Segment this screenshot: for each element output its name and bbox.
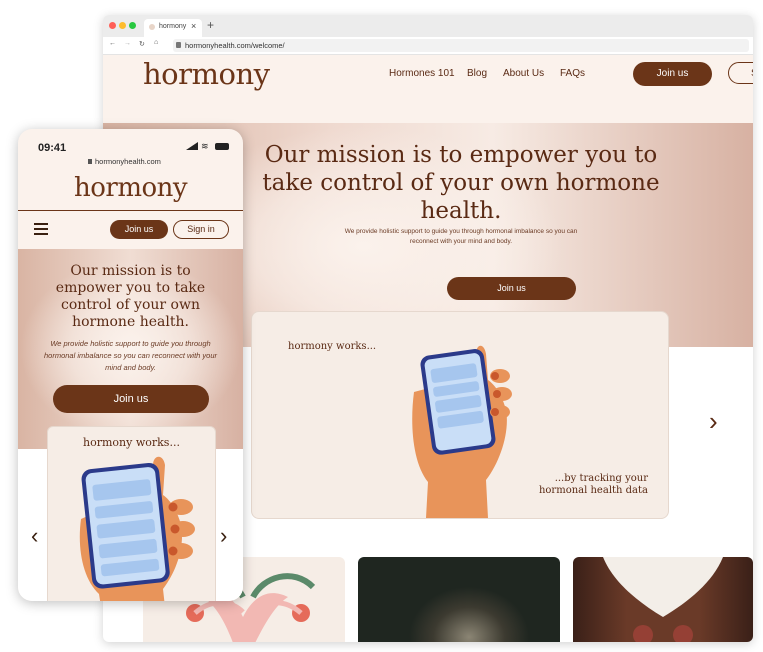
lock-icon (176, 42, 181, 48)
window-maximize-button[interactable] (129, 22, 136, 29)
window-minimize-button[interactable] (119, 22, 126, 29)
mobile-hero-join-button[interactable]: Join us (53, 385, 209, 413)
reload-icon[interactable]: ↻ (139, 40, 145, 48)
url-text: hormonyhealth.com/welcome/ (185, 41, 285, 50)
hero-title: Our mission is to empower you to take co… (262, 142, 660, 224)
mobile-url-text: hormonyhealth.com (95, 157, 161, 166)
address-bar[interactable]: hormonyhealth.com/welcome/ (173, 39, 749, 52)
hero-subtitle: We provide holistic support to guide you… (344, 228, 578, 245)
wrapped-face-photo[interactable] (358, 557, 560, 642)
header-divider (18, 210, 243, 211)
tab-close-icon[interactable]: × (191, 21, 196, 31)
wifi-icon: ≋ (201, 141, 209, 151)
mobile-join-button[interactable]: Join us (110, 220, 168, 239)
header-join-button[interactable]: Join us (633, 62, 712, 86)
hamburger-menu-icon[interactable] (34, 223, 48, 235)
browser-tab[interactable]: hormony × (144, 19, 202, 37)
signal-icon (186, 142, 198, 150)
browser-tab-bar: hormony × + (103, 15, 753, 37)
site-logo[interactable]: hormony (143, 57, 270, 91)
status-time: 09:41 (38, 142, 67, 154)
mobile-hero-title: Our mission is to empower you to take co… (55, 263, 206, 330)
carousel-caption: ...by tracking your hormonal health data (538, 473, 648, 496)
browser-toolbar: ← → ↻ ⌂ hormonyhealth.com/welcome/ (103, 37, 753, 55)
nav-link-blog[interactable]: Blog (467, 68, 487, 79)
mobile-carousel-heading: hormony works... (83, 436, 180, 449)
carousel-card: hormony works... ...by tracking your hor… (251, 311, 669, 519)
mobile-site-logo[interactable]: hormony (74, 173, 188, 203)
tab-title: hormony (159, 23, 187, 30)
body-photo[interactable] (573, 557, 753, 642)
header-signin-button[interactable]: S (728, 62, 753, 84)
mobile-carousel-card: hormony works... (47, 426, 216, 601)
hand-phone-illustration (412, 345, 512, 518)
mobile-hand-phone-illustration (79, 456, 195, 601)
nav-link-faqs[interactable]: FAQs (560, 68, 585, 79)
mobile-phone-frame: 09:41 ≋ hormonyhealth.com hormony Join u… (18, 129, 243, 601)
favicon-icon (149, 24, 155, 30)
nav-link-hormones-101[interactable]: Hormones 101 (389, 68, 455, 79)
lock-icon (88, 159, 92, 164)
hero-join-button[interactable]: Join us (447, 277, 576, 300)
window-close-button[interactable] (109, 22, 116, 29)
mobile-url[interactable]: hormonyhealth.com (88, 157, 161, 166)
mobile-hero-subtitle: We provide holistic support to guide you… (43, 339, 217, 372)
mobile-signin-button[interactable]: Sign in (173, 220, 229, 239)
home-icon[interactable]: ⌂ (154, 39, 158, 46)
new-tab-button[interactable]: + (207, 18, 214, 32)
underwear-shape (603, 557, 723, 642)
carousel-heading: hormony works... (288, 341, 377, 352)
back-arrow-icon[interactable]: ← (109, 40, 116, 47)
battery-icon (215, 143, 229, 150)
site-header: hormony Hormones 101 Blog About Us FAQs … (103, 55, 753, 123)
mobile-carousel-prev-icon[interactable]: ‹ (31, 523, 38, 549)
mobile-carousel-next-icon[interactable]: › (220, 523, 227, 549)
forward-arrow-icon[interactable]: → (124, 40, 131, 47)
nav-link-about-us[interactable]: About Us (503, 68, 544, 79)
carousel-next-icon[interactable]: › (709, 406, 718, 437)
